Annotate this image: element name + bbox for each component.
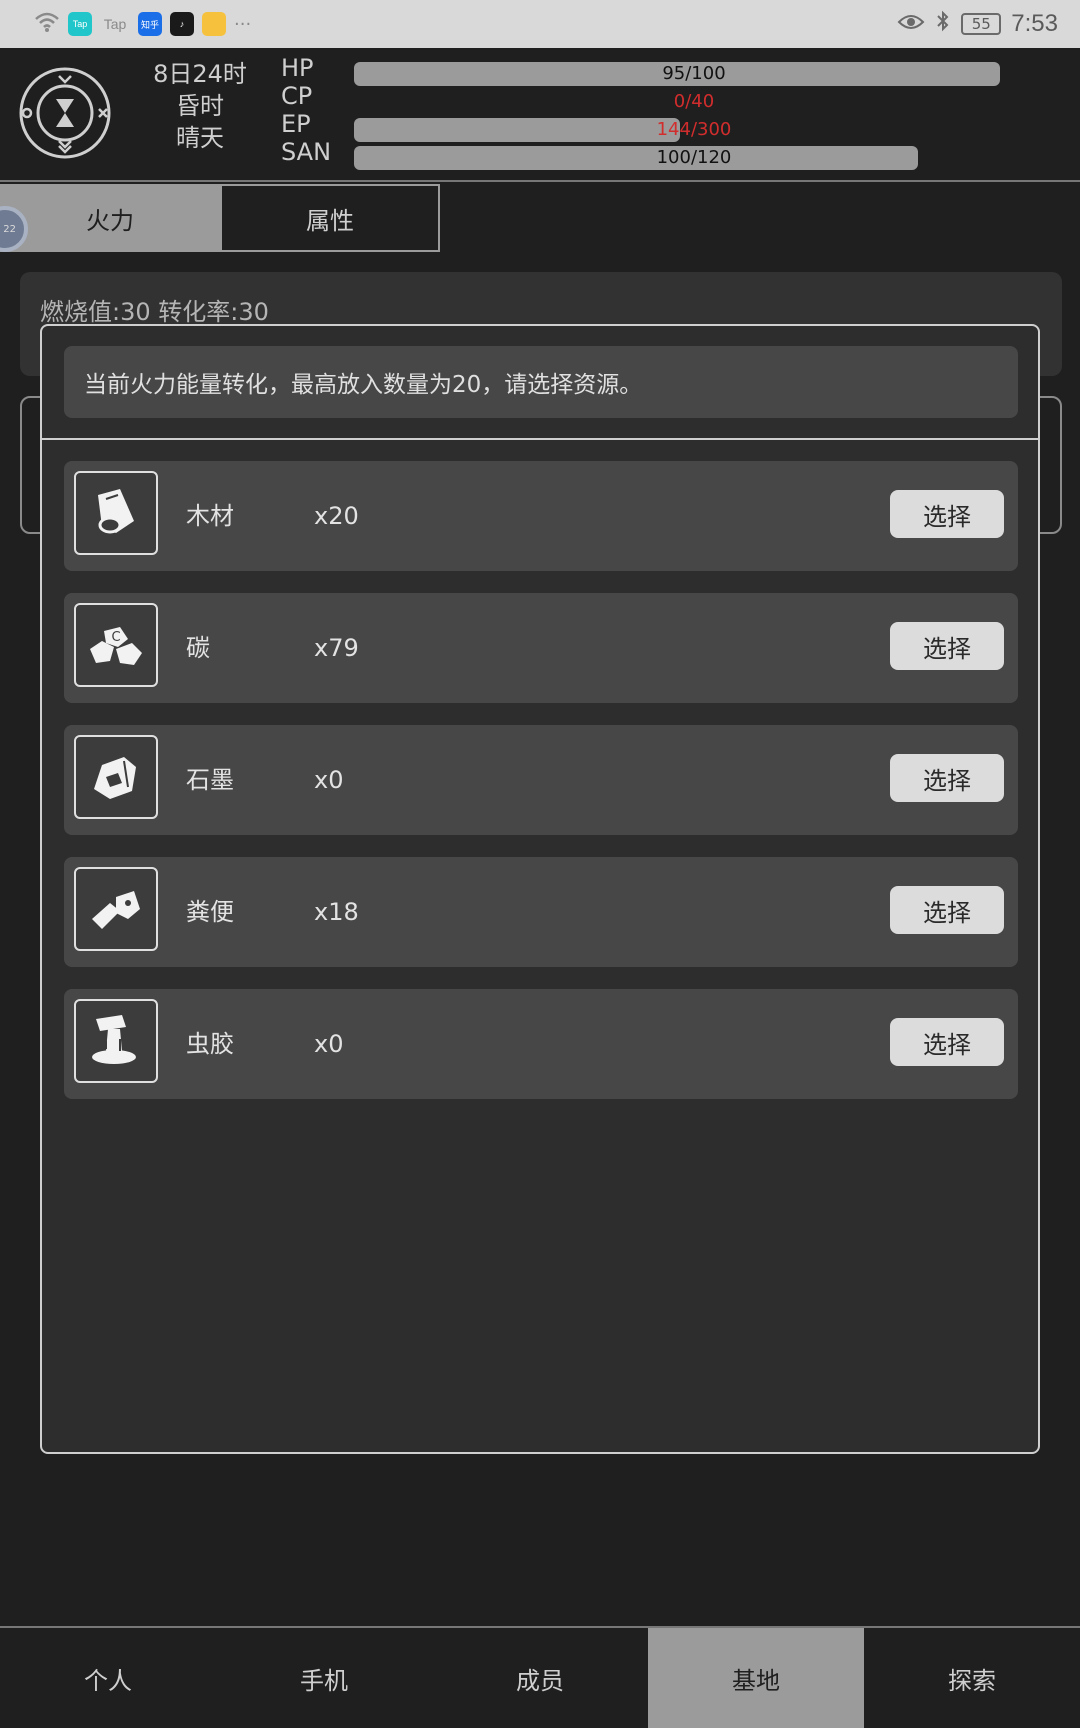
eye-icon — [897, 10, 925, 38]
resource-name: 碳 — [186, 634, 210, 662]
tab-firepower[interactable]: 火力 — [0, 184, 220, 252]
zhihu-icon: 知乎 — [138, 12, 162, 36]
hourglass-compass-icon[interactable] — [18, 66, 112, 160]
resource-name: 粪便 — [186, 898, 234, 926]
stat-label-san: SAN — [281, 138, 332, 166]
tap-icon: Tap — [103, 16, 127, 32]
tab-bar: 火力 属性 — [0, 184, 440, 252]
stat-label-hp: HP — [281, 54, 314, 82]
furnace-info-text: 燃烧值:30 转化率:30 — [40, 298, 269, 326]
resource-qty: x79 — [314, 634, 359, 662]
status-bar-right: 55 7:53 — [897, 9, 1058, 39]
select-button-resin[interactable]: 选择 — [890, 1018, 1004, 1066]
battery-icon: 55 — [961, 13, 1002, 35]
svg-text:C: C — [111, 630, 120, 645]
wifi-icon — [34, 11, 60, 37]
graphite-icon — [74, 735, 158, 819]
period-text: 昏时 — [176, 92, 224, 120]
cp-bar-text: 0/40 — [673, 91, 715, 112]
resource-name: 虫胶 — [186, 1030, 234, 1058]
san-bar-text: 100/120 — [656, 147, 732, 168]
ep-bar: 144/300 — [354, 118, 1034, 142]
resource-row-graphite: 石墨 x0 选择 — [64, 725, 1018, 835]
nav-base[interactable]: 基地 — [648, 1628, 864, 1728]
bottom-nav: 个人 手机 成员 基地 探索 — [0, 1626, 1080, 1728]
resource-qty: x0 — [314, 1030, 344, 1058]
resource-qty: x20 — [314, 502, 359, 530]
resource-list: 木材 x20 选择 C 碳 x79 选择 石墨 x0 选择 粪便 x18 选择 … — [64, 461, 1018, 1121]
date-text: 8日24时 — [153, 60, 247, 88]
status-bar: Tap Tap 知乎 ♪ ··· 55 7:53 — [0, 0, 1080, 48]
resource-row-wood: 木材 x20 选择 — [64, 461, 1018, 571]
resource-qty: x0 — [314, 766, 344, 794]
date-block: 8日24时 昏时 晴天 — [140, 58, 260, 154]
cp-bar: 0/40 — [354, 90, 1034, 114]
dialog-message: 当前火力能量转化，最高放入数量为20，请选择资源。 — [64, 346, 1018, 418]
select-button-wood[interactable]: 选择 — [890, 490, 1004, 538]
manure-icon — [74, 867, 158, 951]
carbon-icon: C — [74, 603, 158, 687]
gallery-icon — [202, 12, 226, 36]
nav-phone[interactable]: 手机 — [216, 1628, 432, 1728]
status-bar-left: Tap Tap 知乎 ♪ ··· — [34, 11, 251, 37]
clock: 7:53 — [1011, 10, 1058, 37]
dialog-divider — [42, 438, 1038, 440]
tiktok-icon: ♪ — [170, 12, 194, 36]
more-icon: ··· — [234, 13, 252, 35]
stat-label-ep: EP — [281, 110, 311, 138]
stat-label-cp: CP — [281, 82, 313, 110]
tab-attributes[interactable]: 属性 — [220, 184, 440, 252]
hp-bar: 95/100 — [354, 62, 1034, 86]
nav-explore[interactable]: 探索 — [864, 1628, 1080, 1728]
hp-bar-text: 95/100 — [662, 63, 726, 84]
bluetooth-icon — [935, 9, 951, 39]
resource-name: 石墨 — [186, 766, 234, 794]
weather-text: 晴天 — [176, 124, 224, 152]
select-button-carbon[interactable]: 选择 — [890, 622, 1004, 670]
nav-members[interactable]: 成员 — [432, 1628, 648, 1728]
resource-qty: x18 — [314, 898, 359, 926]
wood-icon — [74, 471, 158, 555]
stat-labels: HP CP EP SAN — [281, 54, 331, 166]
resource-row-resin: 虫胶 x0 选择 — [64, 989, 1018, 1099]
san-bar: 100/120 — [354, 146, 1034, 170]
select-button-manure[interactable]: 选择 — [890, 886, 1004, 934]
resin-icon — [74, 999, 158, 1083]
game-header: 8日24时 昏时 晴天 HP CP EP SAN 95/100 0/40 144… — [0, 48, 1080, 182]
ep-bar-text: 144/300 — [656, 119, 732, 140]
select-button-graphite[interactable]: 选择 — [890, 754, 1004, 802]
resource-row-manure: 粪便 x18 选择 — [64, 857, 1018, 967]
resource-row-carbon: C 碳 x79 选择 — [64, 593, 1018, 703]
resource-name: 木材 — [186, 502, 234, 530]
taptap-icon: Tap — [68, 12, 92, 36]
resource-select-dialog: 当前火力能量转化，最高放入数量为20，请选择资源。 木材 x20 选择 C 碳 … — [40, 324, 1040, 1454]
nav-personal[interactable]: 个人 — [0, 1628, 216, 1728]
